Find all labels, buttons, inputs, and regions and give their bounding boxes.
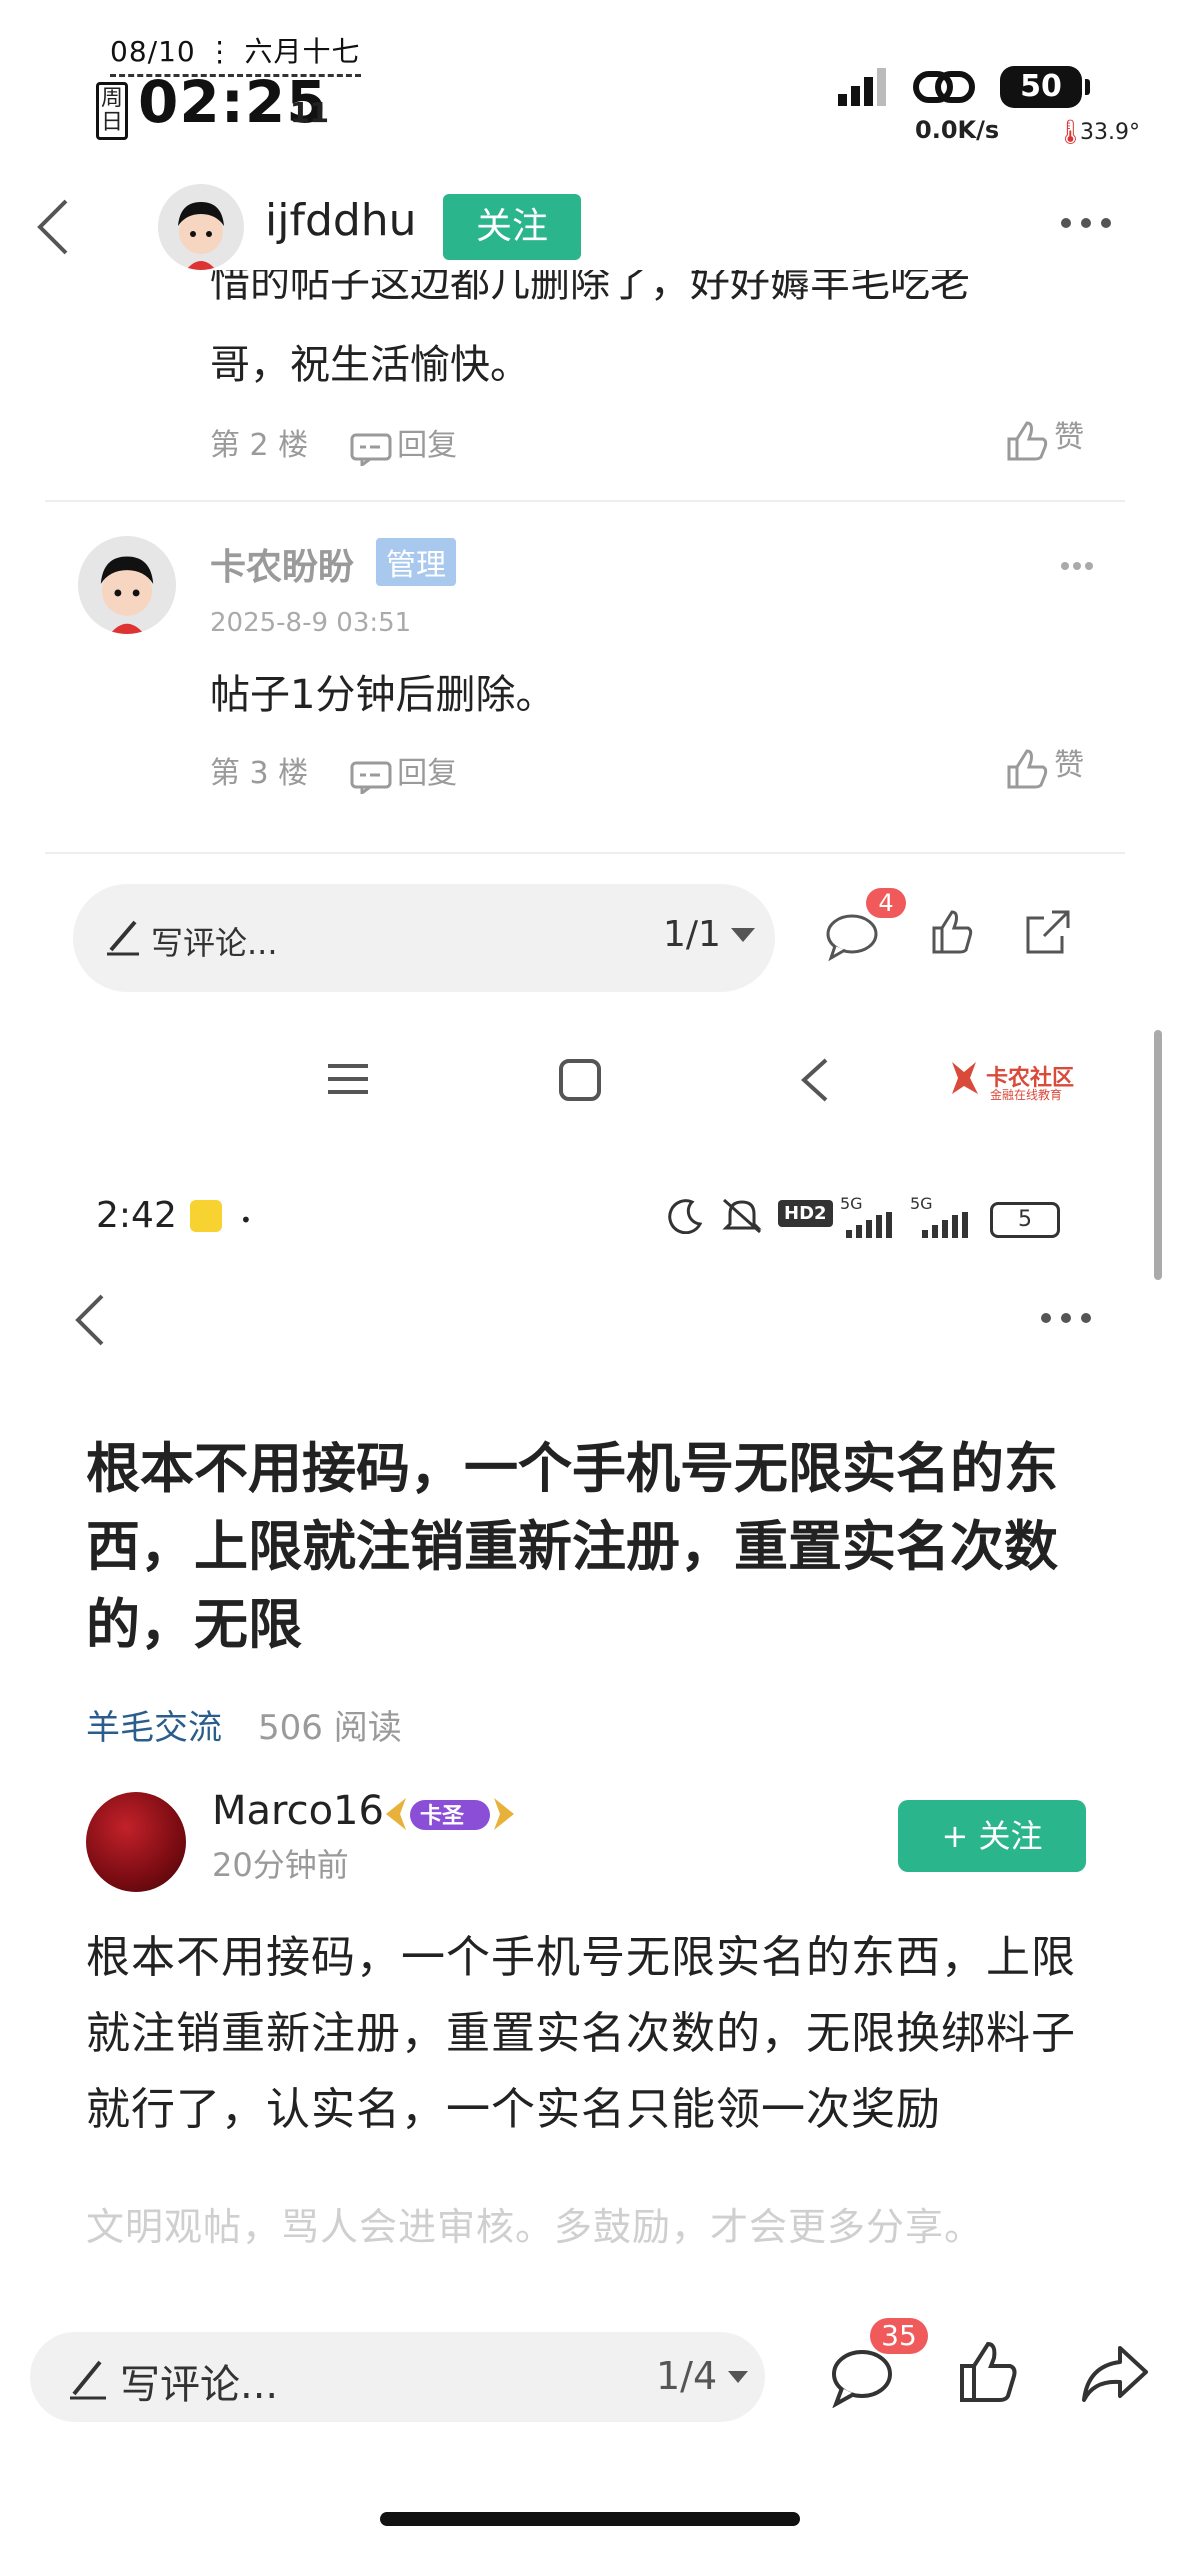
- post-hint: 文明观帖，骂人会进审核。多鼓励，才会更多分享。: [86, 2205, 984, 2249]
- share-icon[interactable]: [1022, 906, 1074, 962]
- floor-label: 第 2 楼: [210, 428, 309, 463]
- signal-icon: [846, 1212, 894, 1242]
- battery-indicator: 5: [990, 1202, 1060, 1238]
- thumbs-up-icon[interactable]: [958, 2340, 1020, 2408]
- like-label: 赞: [1054, 420, 1085, 455]
- avatar[interactable]: [78, 536, 176, 634]
- avatar[interactable]: [158, 184, 244, 270]
- author-avatar[interactable]: [86, 1792, 186, 1892]
- comment-icon[interactable]: [830, 2346, 894, 2412]
- post-category[interactable]: 羊毛交流: [86, 1700, 222, 1749]
- mute-icon: [720, 1196, 764, 1240]
- reply-button[interactable]: 回复: [350, 748, 457, 798]
- reply-icon: [350, 432, 392, 470]
- network-label: 5G: [910, 1194, 933, 1213]
- comment-input[interactable]: 写评论... 1/4: [30, 2332, 765, 2422]
- pencil-icon: [68, 2356, 108, 2404]
- divider: [45, 500, 1125, 502]
- comment-text: 帖子1分钟后删除。: [210, 672, 556, 718]
- comment-text-partial: 惜的帖子这边都几删除了，好好薅羊毛吃老: [210, 270, 970, 306]
- thumbs-up-icon[interactable]: [930, 908, 976, 960]
- back-icon[interactable]: [30, 195, 74, 263]
- post-reads: 506 阅读: [258, 1708, 402, 1748]
- battery-indicator: 50: [1000, 66, 1090, 108]
- back-nav-icon[interactable]: [800, 1058, 830, 1106]
- divider: [45, 852, 1125, 854]
- like-label: 赞: [1054, 748, 1085, 783]
- thumbs-up-icon: [1005, 747, 1049, 795]
- reply-label: 回复: [397, 756, 458, 791]
- comment-time: 2025-8-9 03:51: [210, 608, 412, 638]
- link-icon: [912, 66, 976, 112]
- admin-badge: 管理: [376, 538, 456, 586]
- comment-icon[interactable]: [825, 910, 879, 966]
- dot-icon: •: [240, 1208, 252, 1232]
- comment-placeholder: 写评论...: [120, 2362, 279, 2408]
- follow-label: 关注: [978, 1817, 1043, 1855]
- signal-icon: [922, 1212, 970, 1242]
- page-indicator[interactable]: 1/1: [663, 914, 721, 955]
- comment-author[interactable]: 卡农盼盼: [210, 538, 354, 590]
- thumbs-up-icon: [1005, 419, 1049, 467]
- status-weekday: 周日: [96, 82, 128, 140]
- status-seconds: 11: [290, 96, 329, 129]
- follow-button[interactable]: + 关注: [898, 1800, 1086, 1872]
- plus-icon: +: [941, 1817, 969, 1855]
- hd-badge: HD2: [778, 1200, 833, 1227]
- home-icon[interactable]: [558, 1058, 602, 1106]
- temperature: 33.9°: [1080, 120, 1140, 145]
- post-author[interactable]: Marco16: [212, 1788, 384, 1834]
- post-title: 根本不用接码，一个手机号无限实名的东西，上限就注销重新注册，重置实名次数的，无限: [86, 1437, 1058, 1656]
- comment-input[interactable]: 写评论... 1/1: [73, 884, 775, 992]
- reply-label: 回复: [397, 428, 458, 463]
- reply-button[interactable]: 回复: [350, 420, 457, 470]
- more-icon[interactable]: [1060, 208, 1112, 242]
- author-badge-label: 卡圣: [420, 1804, 465, 1829]
- follow-button[interactable]: 关注: [443, 194, 581, 260]
- watermark-logo: [948, 1058, 982, 1102]
- post-time: 20分钟前: [212, 1846, 349, 1884]
- caret-down-icon[interactable]: [728, 2370, 748, 2389]
- caret-down-icon[interactable]: [731, 928, 755, 948]
- thread-username[interactable]: ijfddhu: [265, 195, 417, 246]
- like-button[interactable]: 赞: [1005, 412, 1084, 467]
- like-button[interactable]: 赞: [1005, 740, 1084, 795]
- comment-text: 哥，祝生活愉快。: [210, 342, 530, 388]
- more-icon[interactable]: [1040, 1310, 1092, 1330]
- comment-count-badge: 4: [866, 888, 906, 918]
- back-icon[interactable]: [72, 1292, 106, 1352]
- inner-clock: 2:42: [96, 1195, 177, 1236]
- floor-label: 第 3 楼: [210, 756, 309, 791]
- scrollbar[interactable]: [1154, 1030, 1162, 1280]
- signal-icon: [838, 68, 888, 112]
- notification-icon: [190, 1200, 222, 1232]
- post-body: 根本不用接码，一个手机号无限实名的东西，上限就注销重新注册，重置实名次数的，无限…: [86, 1932, 1076, 2135]
- network-label: 5G: [840, 1194, 863, 1213]
- watermark-tagline: 金融在线教育: [990, 1088, 1063, 1102]
- comment-more-icon[interactable]: [1060, 556, 1094, 575]
- share-icon[interactable]: [1080, 2344, 1150, 2408]
- home-indicator[interactable]: [380, 2512, 800, 2526]
- comment-count-badge: 35: [870, 2318, 928, 2354]
- moon-icon: [668, 1198, 703, 1238]
- net-speed: 0.0K/s: [915, 116, 1000, 144]
- comment-placeholder: 写评论...: [151, 924, 278, 962]
- menu-icon[interactable]: [328, 1062, 368, 1100]
- pencil-icon: [105, 916, 141, 960]
- page-indicator[interactable]: 1/4: [656, 2354, 717, 2398]
- reply-icon: [350, 760, 392, 798]
